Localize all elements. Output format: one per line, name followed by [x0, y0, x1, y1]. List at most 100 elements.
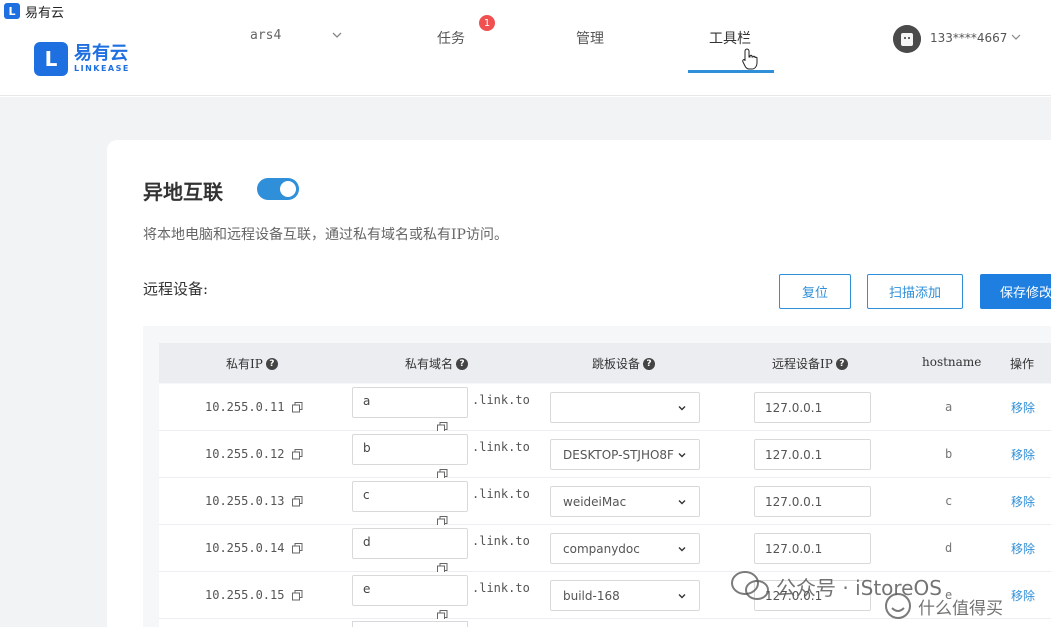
jump-device-value: companydoc	[563, 542, 640, 556]
remote-ip-input[interactable]: 127.0.0.1	[754, 439, 871, 470]
section-description: 将本地电脑和远程设备互联，通过私有域名或私有IP访问。	[143, 227, 508, 243]
window-title: 易有云	[25, 5, 65, 21]
remove-link[interactable]: 移除	[1011, 587, 1035, 604]
remote-interconnect-toggle[interactable]	[257, 178, 299, 200]
domain-suffix: .link.to	[472, 581, 530, 595]
copy-icon[interactable]	[292, 401, 303, 413]
header-label: 远程设备IP	[772, 357, 833, 371]
private-ip-cell: 10.255.0.11	[205, 400, 303, 414]
table-row-partial	[159, 619, 1051, 627]
help-icon[interactable]: ?	[265, 357, 278, 370]
remote-ip-input[interactable]: 127.0.0.1	[754, 486, 871, 517]
nav-tab-tasks[interactable]: 任务	[437, 28, 465, 48]
copy-icon[interactable]	[292, 589, 303, 601]
private-ip-value: 10.255.0.12	[205, 447, 285, 461]
help-icon[interactable]: ?	[643, 357, 656, 370]
private-domain-input[interactable]: b	[352, 434, 468, 465]
copy-icon[interactable]	[437, 559, 448, 574]
copy-icon[interactable]	[437, 606, 448, 621]
nav-tab-tools[interactable]: 工具栏	[709, 28, 751, 48]
copy-icon[interactable]	[437, 418, 448, 433]
hand-cursor-icon	[742, 48, 758, 70]
nav-tab-manage[interactable]: 管理	[576, 28, 604, 48]
copy-icon[interactable]	[292, 448, 303, 460]
smile-logo-icon	[885, 593, 911, 619]
header-hostname: hostname	[922, 355, 981, 369]
header-label: hostname	[922, 355, 982, 369]
user-account-name[interactable]: 133****4667	[930, 31, 1007, 45]
hostname-value: c	[945, 494, 953, 508]
chevron-down-icon	[678, 547, 686, 552]
private-ip-cell: 10.255.0.15	[205, 588, 303, 602]
help-icon[interactable]: ?	[456, 357, 469, 370]
chevron-down-icon[interactable]	[330, 28, 344, 42]
jump-device-select[interactable]: build-168	[550, 580, 700, 611]
private-domain-input[interactable]: d	[352, 528, 468, 559]
domain-suffix: .link.to	[472, 487, 530, 501]
copy-icon[interactable]	[292, 495, 303, 507]
header-private-ip: 私有IP?	[226, 355, 278, 372]
private-domain-input[interactable]: a	[352, 387, 468, 418]
header-label: 跳板设备	[592, 357, 641, 371]
header-label: 私有IP	[226, 357, 263, 371]
wechat-icon	[731, 571, 769, 600]
domain-input-partial	[352, 621, 468, 627]
watermark-text-secondary: 什么值得买	[918, 598, 1003, 619]
header-remote-ip: 远程设备IP?	[772, 355, 848, 372]
app-logo-icon: L	[4, 3, 20, 19]
remove-link[interactable]: 移除	[1011, 493, 1035, 510]
copy-icon[interactable]	[437, 465, 448, 480]
chevron-down-icon	[678, 406, 686, 411]
help-icon[interactable]: ?	[835, 357, 848, 370]
private-ip-cell: 10.255.0.12	[205, 447, 303, 461]
brand-logo-icon: L	[34, 42, 68, 76]
jump-device-select[interactable]	[550, 392, 700, 423]
copy-icon[interactable]	[437, 512, 448, 527]
hostname-value: d	[945, 541, 953, 555]
user-avatar[interactable]	[893, 25, 921, 53]
header-jump-device: 跳板设备?	[592, 355, 656, 372]
brand-logo[interactable]: L 易有云 LINKEASE	[34, 42, 130, 76]
copy-icon[interactable]	[292, 542, 303, 554]
private-ip-value: 10.255.0.13	[205, 494, 285, 508]
active-tab-indicator	[688, 70, 774, 73]
private-ip-value: 10.255.0.15	[205, 588, 285, 602]
jump-device-value: weideiMac	[563, 495, 627, 509]
private-ip-cell: 10.255.0.14	[205, 541, 303, 555]
remove-link[interactable]: 移除	[1011, 446, 1035, 463]
hostname-value: a	[945, 400, 953, 414]
domain-suffix: .link.to	[472, 393, 530, 407]
reset-button[interactable]: 复位	[779, 274, 851, 309]
remote-ip-input[interactable]: 127.0.0.1	[754, 392, 871, 423]
header-label: 私有域名	[405, 357, 454, 371]
device-selector[interactable]: ars4	[250, 28, 281, 43]
section-title: 异地互联	[143, 180, 223, 204]
table-row: 10.255.0.12 b .link.to DESKTOP-STJHO8F 127.0…	[159, 431, 1051, 480]
remove-link[interactable]: 移除	[1011, 399, 1035, 416]
jump-device-select[interactable]: weideiMac	[550, 486, 700, 517]
domain-suffix: .link.to	[472, 534, 530, 548]
header-private-domain: 私有域名?	[405, 355, 469, 372]
jump-device-select[interactable]: companydoc	[550, 533, 700, 564]
jump-device-value: DESKTOP-STJHO8F	[563, 448, 674, 462]
jump-device-value: build-168	[563, 589, 620, 603]
save-changes-button[interactable]: 保存修改	[980, 274, 1051, 309]
private-ip-value: 10.255.0.14	[205, 541, 285, 555]
table-row: 10.255.0.11 a .link.to 127.0.0.1 a 移除	[159, 384, 1051, 433]
chevron-down-icon[interactable]	[1010, 31, 1022, 43]
brand-name-en: LINKEASE	[74, 64, 130, 73]
remove-link[interactable]: 移除	[1011, 540, 1035, 557]
remote-ip-input[interactable]: 127.0.0.1	[754, 533, 871, 564]
chevron-down-icon	[678, 453, 686, 458]
header-label: 操作	[1010, 357, 1035, 371]
private-domain-input[interactable]: e	[352, 575, 468, 606]
jump-device-select[interactable]: DESKTOP-STJHO8F	[550, 439, 700, 470]
private-domain-input[interactable]: c	[352, 481, 468, 512]
domain-suffix: .link.to	[472, 440, 530, 454]
task-count-badge: 1	[479, 15, 495, 31]
watermark-secondary: 什么值得买	[884, 592, 1003, 620]
header-action: 操作	[1010, 355, 1034, 372]
scan-add-button[interactable]: 扫描添加	[867, 274, 963, 309]
toggle-knob	[280, 181, 296, 197]
window-titlebar: L 易有云	[0, 0, 1051, 22]
